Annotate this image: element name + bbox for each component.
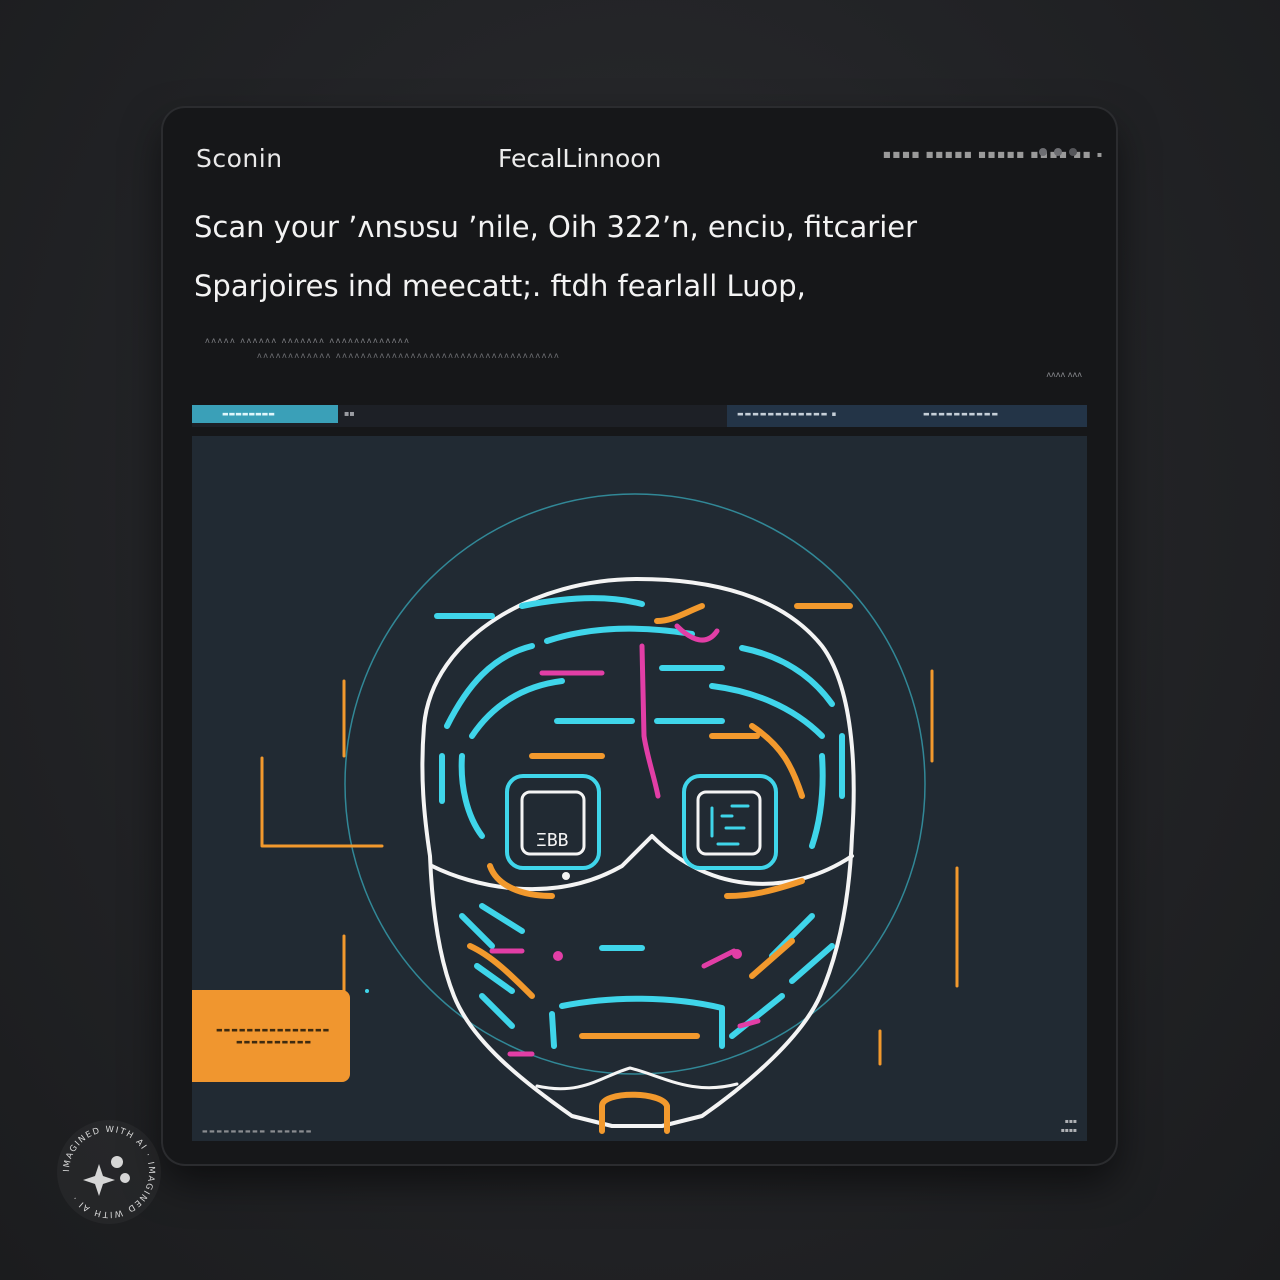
headline-line-1: Scan your ʼʌnsʋsu ʼnile, Oih 322ʼn, enci… (194, 210, 918, 244)
scan-panel: ΞΒΒ ▬▬▬▬▬▬▬▬▬▬▬▬▬▬▬ ▬▬▬▬▬▬▬▬▬▬ ▬▬▬▬▬▬▬▬▬… (192, 436, 1087, 1141)
tablet-device: Sconin FecalLinnoon ■■■■ ■■■■■ ■■■■■ ■■■… (163, 108, 1116, 1164)
window-controls (1039, 148, 1077, 156)
footer-left-text: ▬▬▬▬▬▬▬▬▬ ▬▬▬▬▬▬ (202, 1128, 313, 1135)
window-dot-icon[interactable] (1069, 148, 1077, 156)
footer-right: ▪▪▪ ▪▪▪▪ (1061, 1117, 1077, 1135)
chin-outline (535, 1066, 739, 1091)
tab-right-1[interactable]: ▬▬▬▬▬▬▬▬▬▬▬▬ ▪ (737, 410, 837, 418)
page-title: FecalLinnoon (498, 144, 662, 173)
fine-print-2: ʌʌʌʌʌʌʌʌʌʌʌʌ ʌʌʌʌʌʌʌʌʌʌʌʌʌʌʌʌʌʌʌʌʌʌʌʌʌʌʌ… (257, 351, 561, 360)
footer-right-2: ▪▪▪▪ (1060, 1127, 1077, 1134)
tab-bar: ▬▬▬▬▬▬▬▬ ▪▪ ▬▬▬▬▬▬▬▬▬▬▬▬ ▪ ▬▬▬▬▬▬▬▬▬▬ (192, 405, 1087, 427)
left-eye-text: ΞΒΒ (536, 830, 569, 851)
tab-right-group: ▬▬▬▬▬▬▬▬▬▬▬▬ ▪ ▬▬▬▬▬▬▬▬▬▬ (727, 405, 1087, 427)
tab-right-2[interactable]: ▬▬▬▬▬▬▬▬▬▬ (923, 410, 999, 418)
fine-print-right: ʌʌʌʌ ʌʌʌ (1046, 370, 1082, 379)
headline: Scan your ʼʌnsʋsu ʼnile, Oih 322ʼn, enci… (194, 198, 1054, 316)
top-bar: Sconin FecalLinnoon ■■■■ ■■■■■ ■■■■■ ■■■… (163, 108, 1116, 208)
goggle-outline (430, 834, 854, 892)
scan-info-card[interactable]: ▬▬▬▬▬▬▬▬▬▬▬▬▬▬▬ ▬▬▬▬▬▬▬▬▬▬ (192, 990, 350, 1082)
tab-active[interactable]: ▬▬▬▬▬▬▬▬ (192, 405, 338, 423)
footer-right-1: ▪▪▪ (1064, 1118, 1077, 1125)
card-line-2: ▬▬▬▬▬▬▬▬▬▬ (236, 1038, 313, 1046)
tab-second[interactable]: ▪▪ (344, 409, 355, 418)
imagined-with-ai-badge: IMAGINED WITH AI · IMAGINED WITH AI · (57, 1120, 161, 1224)
window-dot-icon[interactable] (1054, 148, 1062, 156)
app-title: Sconin (196, 144, 283, 173)
frame-brackets (260, 669, 959, 1066)
fine-print-1: ʌʌʌʌʌ ʌʌʌʌʌʌ ʌʌʌʌʌʌʌ ʌʌʌʌʌʌʌʌʌʌʌʌʌ (205, 336, 411, 345)
headline-line-2: Sparjoires ind meecatt;. ftdh fearlall L… (194, 269, 806, 303)
right-eye-code-icon (710, 804, 750, 846)
trace-dots (365, 872, 742, 993)
cyan-traces (434, 595, 845, 1049)
card-line-1: ▬▬▬▬▬▬▬▬▬▬▬▬▬▬▬ (216, 1026, 331, 1034)
window-dot-icon[interactable] (1039, 148, 1047, 156)
